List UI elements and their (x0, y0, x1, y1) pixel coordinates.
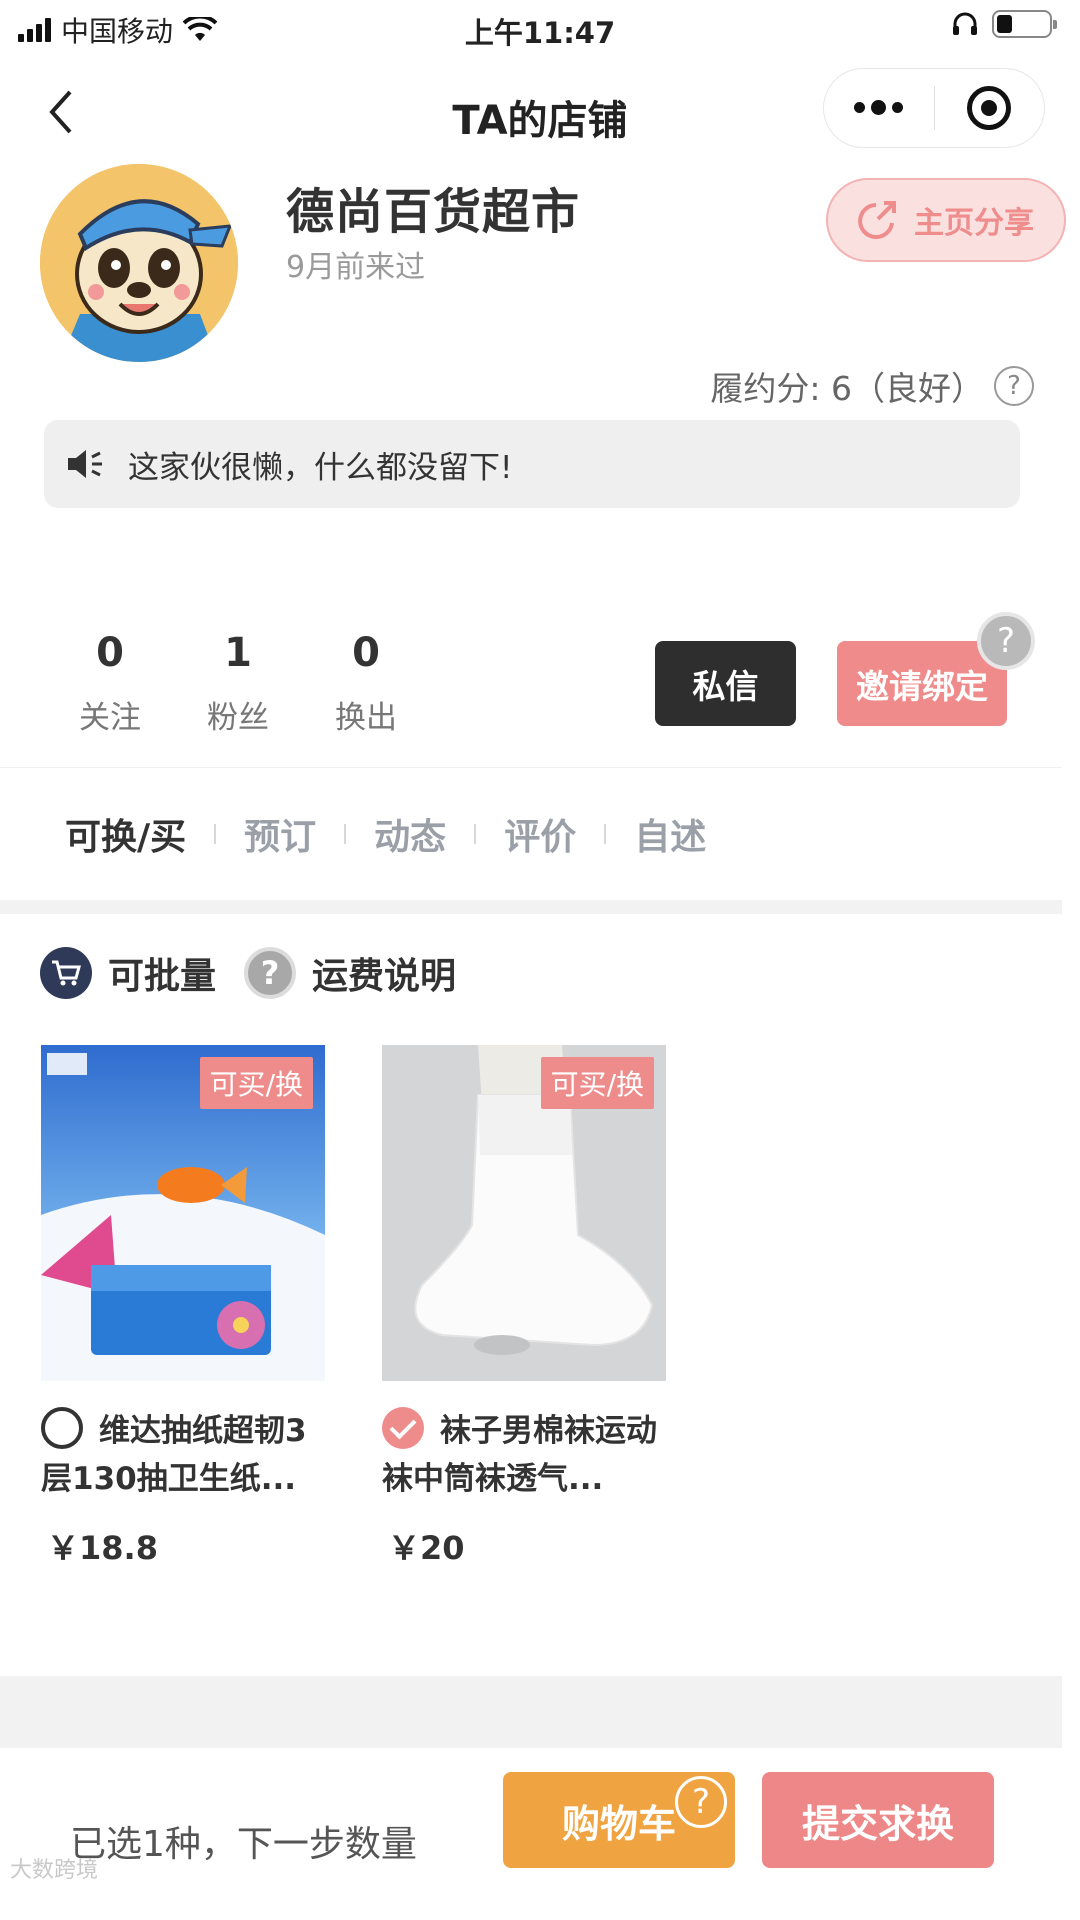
nav-bar: TA的店铺 (0, 64, 1080, 160)
watermark: 大数跨境 (10, 1858, 99, 1883)
product-card[interactable]: 可买/换 维达抽纸超韧3层130抽卫生纸... ￥18.8 (41, 1045, 325, 1569)
stat-value: 0 (96, 630, 124, 676)
product-tag: 可买/换 (540, 1057, 654, 1109)
last-visit-text: 9月前来过 (286, 250, 426, 285)
bottom-action-bar: 已选1种，下一步数量 购物车 ? 提交求换 (0, 1748, 1080, 1920)
close-mini-program-button[interactable] (935, 69, 1045, 147)
product-tag: 可买/换 (199, 1057, 313, 1109)
share-label: 主页分享 (914, 206, 1034, 241)
mini-program-capsule (823, 68, 1045, 148)
speaker-icon (68, 450, 102, 478)
headphones-icon (953, 12, 977, 35)
invite-help-icon[interactable]: ? (977, 612, 1035, 670)
product-card[interactable]: 可买/换 袜子男棉袜运动袜中筒袜透气... ￥20 (382, 1045, 666, 1569)
tab-bar: 可换/买 预订 动态 评价 自述 (65, 808, 706, 860)
select-checkbox[interactable] (382, 1407, 424, 1449)
submit-exchange-button[interactable]: 提交求换 (762, 1772, 994, 1868)
stat-value: 1 (224, 630, 252, 676)
selected-info: 已选1种，下一步数量 (70, 1824, 417, 1865)
product-image[interactable]: 可买/换 (382, 1045, 666, 1381)
help-icon: ? (244, 947, 297, 999)
cart-icon (40, 947, 92, 999)
stat-label: 换出 (335, 700, 397, 736)
battery-icon (992, 10, 1057, 38)
more-dots-icon (854, 99, 904, 115)
shop-name: 德尚百货超市 (286, 184, 581, 240)
product-price: ￥18.8 (47, 1529, 158, 1567)
notice-text: 这家伙很懒，什么都没留下! (128, 449, 513, 486)
stat-followers[interactable]: 1 粉丝 (178, 630, 298, 737)
tab-moments[interactable]: 动态 (374, 808, 446, 860)
stat-label: 粉丝 (207, 700, 269, 736)
stat-label: 关注 (79, 700, 141, 736)
stat-value: 0 (352, 630, 380, 676)
section-divider (0, 1676, 1062, 1748)
clock: 上午11:47 (464, 16, 616, 50)
share-homepage-button[interactable]: 主页分享 (826, 178, 1066, 262)
product-image[interactable]: 可买/换 (41, 1045, 325, 1381)
share-icon (858, 201, 896, 239)
filter-row: 可批量 ? 运费说明 (40, 947, 456, 999)
bulk-filter[interactable]: 可批量 (108, 947, 216, 999)
section-divider (0, 900, 1062, 914)
credit-text: 履约分: 6（良好） (710, 369, 984, 408)
shipping-info-link[interactable]: 运费说明 (312, 947, 456, 999)
message-button[interactable]: 私信 (655, 641, 796, 726)
avatar[interactable] (40, 164, 238, 362)
tab-preorder[interactable]: 预订 (244, 808, 316, 860)
credit-help-icon[interactable]: ? (994, 366, 1034, 406)
target-icon (967, 86, 1012, 130)
tab-bio[interactable]: 自述 (634, 808, 706, 860)
tab-available[interactable]: 可换/买 (65, 808, 186, 860)
tab-reviews[interactable]: 评价 (504, 808, 576, 860)
credit-score: 履约分: 6（良好） ? (710, 362, 1034, 410)
status-bar: 中国移动 上午11:47 (0, 0, 1080, 56)
product-title: 维达抽纸超韧3层130抽卫生纸... (41, 1407, 325, 1503)
meerkat-avatar-image (40, 164, 238, 362)
stat-exchanged[interactable]: 0 换出 (306, 630, 426, 737)
stat-following[interactable]: 0 关注 (50, 630, 170, 737)
cart-help-icon[interactable]: ? (675, 1776, 727, 1828)
product-price: ￥20 (388, 1529, 465, 1567)
more-button[interactable] (824, 69, 934, 147)
select-checkbox[interactable] (41, 1407, 83, 1449)
product-title: 袜子男棉袜运动袜中筒袜透气... (382, 1407, 666, 1503)
divider (0, 767, 1062, 768)
notice-bar: 这家伙很懒，什么都没留下! (44, 420, 1020, 508)
